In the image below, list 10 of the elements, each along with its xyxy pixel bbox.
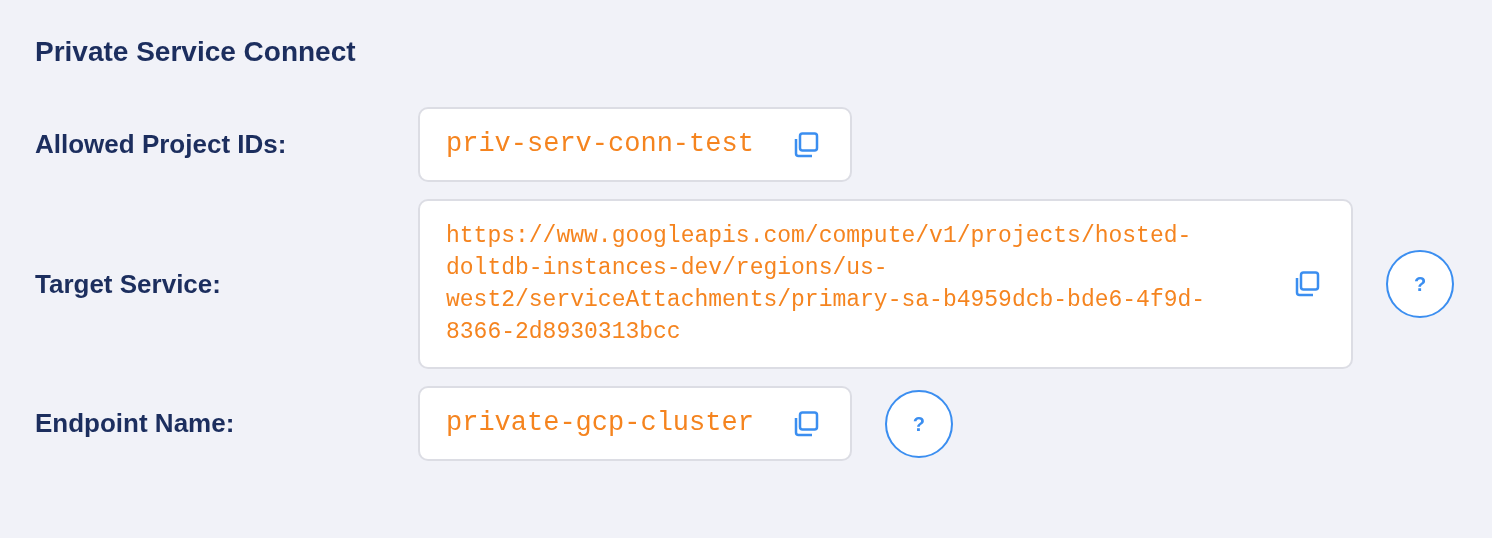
field-value: priv-serv-conn-test — [446, 128, 754, 162]
field-value: https://www.googleapis.com/compute/v1/projects/hosted-doltdb-instances-dev/regions/us-west2/serviceAttachments/primary-sa-b4959dcb-bde6-4f9d-8366-2d8930313bcc — [446, 222, 1207, 347]
field-label: Endpoint Name: — [35, 408, 235, 438]
field-label: Target Service: — [35, 268, 221, 299]
field-value: private-gcp-cluster — [446, 407, 754, 441]
copy-icon[interactable] — [1293, 270, 1321, 298]
help-button[interactable]: ? — [884, 389, 953, 458]
field-label: Allowed Project IDs: — [35, 129, 287, 159]
section-title: Private Service Connect — [35, 35, 357, 69]
help-button[interactable]: ? — [1386, 250, 1454, 318]
